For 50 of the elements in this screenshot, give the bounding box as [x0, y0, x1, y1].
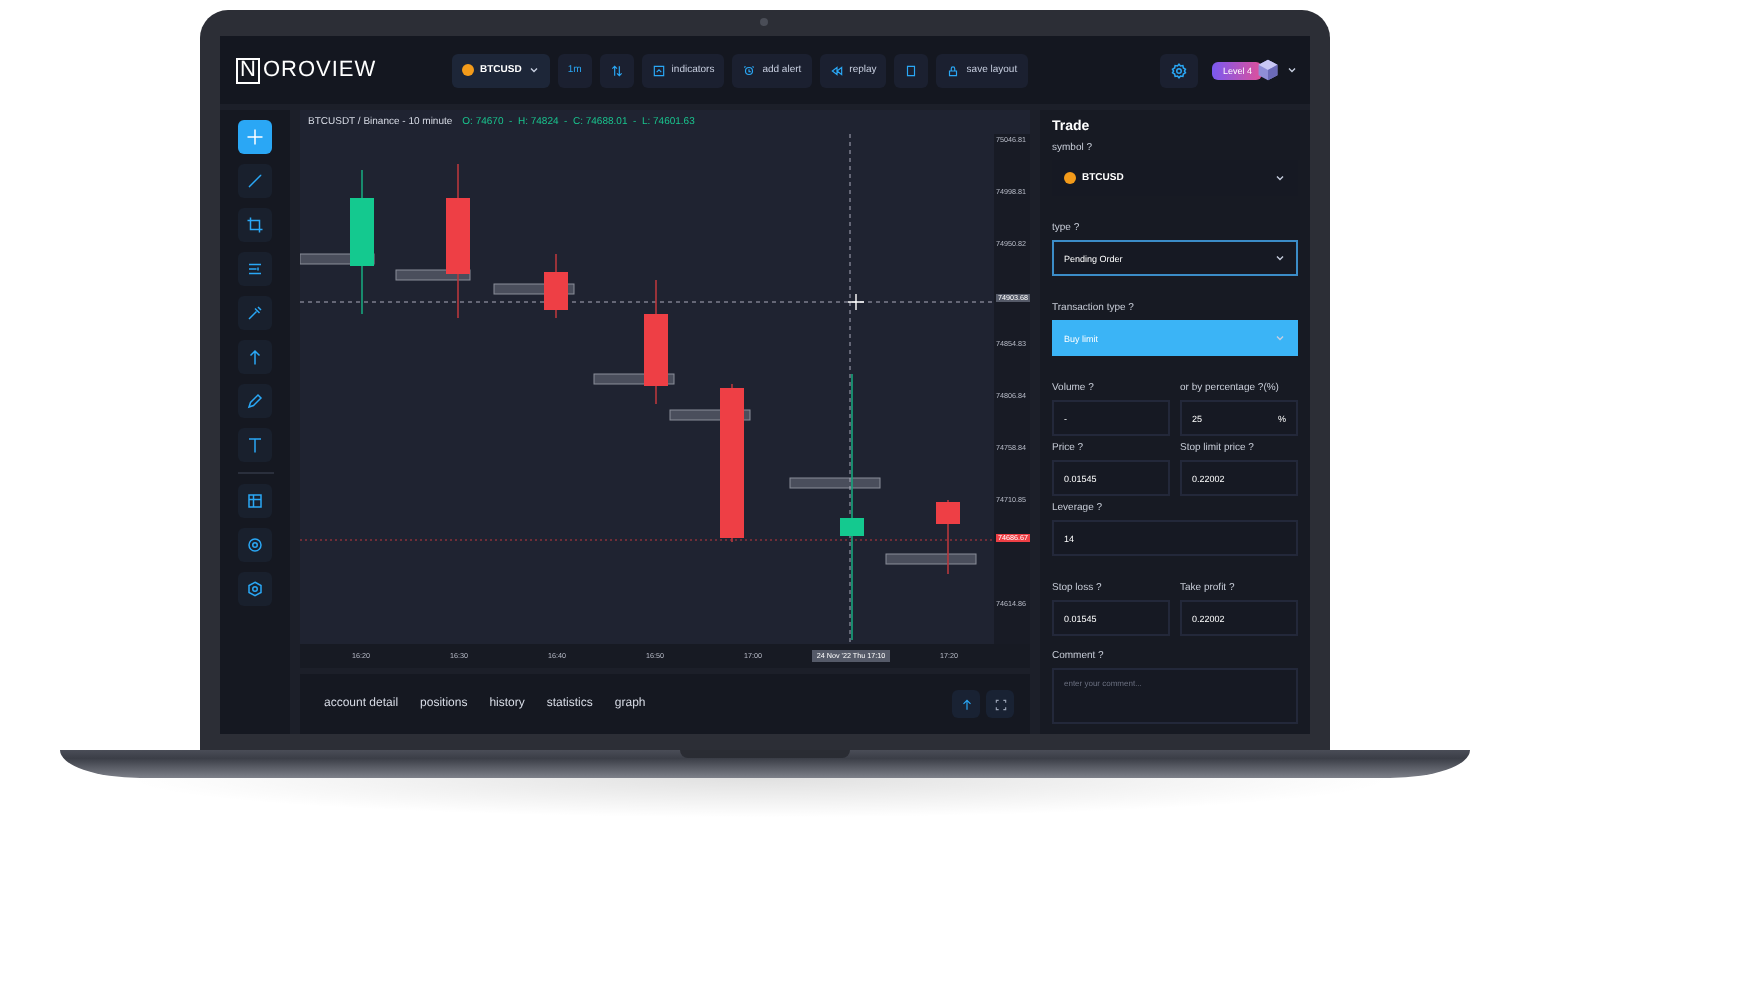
toolbar-button[interactable] [894, 53, 929, 87]
volume-highlight [395, 269, 471, 281]
candle [644, 279, 668, 405]
tool-icon [246, 348, 264, 366]
chevron-down-icon[interactable] [1286, 64, 1298, 76]
toolbar-icon [829, 63, 844, 77]
tool-icon [246, 580, 264, 598]
tool-icon [246, 492, 264, 510]
tool-button[interactable] [238, 120, 272, 154]
toolbar-icon [609, 63, 624, 77]
chevron-down-icon [1274, 332, 1286, 344]
toolbar-icon [946, 63, 961, 77]
settings-icon [1170, 61, 1189, 79]
tool-icon [246, 128, 264, 146]
chevron-down-icon [1274, 252, 1286, 264]
tool-button[interactable] [238, 484, 272, 518]
chevron-down-icon [527, 64, 540, 76]
fullscreen-button[interactable] [986, 690, 1014, 718]
chevron-down-icon [1274, 172, 1286, 184]
tool-icon [246, 436, 264, 454]
gem-avatar-icon[interactable] [1256, 58, 1280, 82]
toolbar-icon [904, 63, 919, 77]
tool-icon [246, 260, 264, 278]
candle [936, 499, 960, 575]
candle [544, 253, 568, 319]
camera-dot [760, 18, 768, 26]
tool-icon [246, 304, 264, 322]
tool-icon [246, 172, 264, 190]
volume-highlight [885, 553, 977, 565]
toolbar-button[interactable] [599, 53, 634, 87]
tool-icon [246, 392, 264, 410]
settings-button[interactable] [1160, 53, 1199, 87]
coin-icon [1064, 172, 1076, 184]
arrow-up-icon [959, 697, 973, 711]
toolbar-icon [742, 63, 757, 77]
tool-button[interactable] [238, 340, 272, 374]
tool-icon [246, 216, 264, 234]
volume-highlight [789, 477, 881, 489]
fullscreen-icon [993, 697, 1007, 711]
crosshair-cursor [847, 293, 865, 311]
tool-button[interactable] [238, 384, 272, 418]
tool-button[interactable] [238, 428, 272, 462]
coin-icon [462, 64, 474, 76]
tool-icon [246, 536, 264, 554]
tool-button[interactable] [238, 252, 272, 286]
scroll-up-button[interactable] [952, 690, 980, 718]
tool-button[interactable] [238, 208, 272, 242]
toolbar-icon [651, 63, 666, 77]
tool-button[interactable] [238, 528, 272, 562]
tool-button[interactable] [238, 572, 272, 606]
